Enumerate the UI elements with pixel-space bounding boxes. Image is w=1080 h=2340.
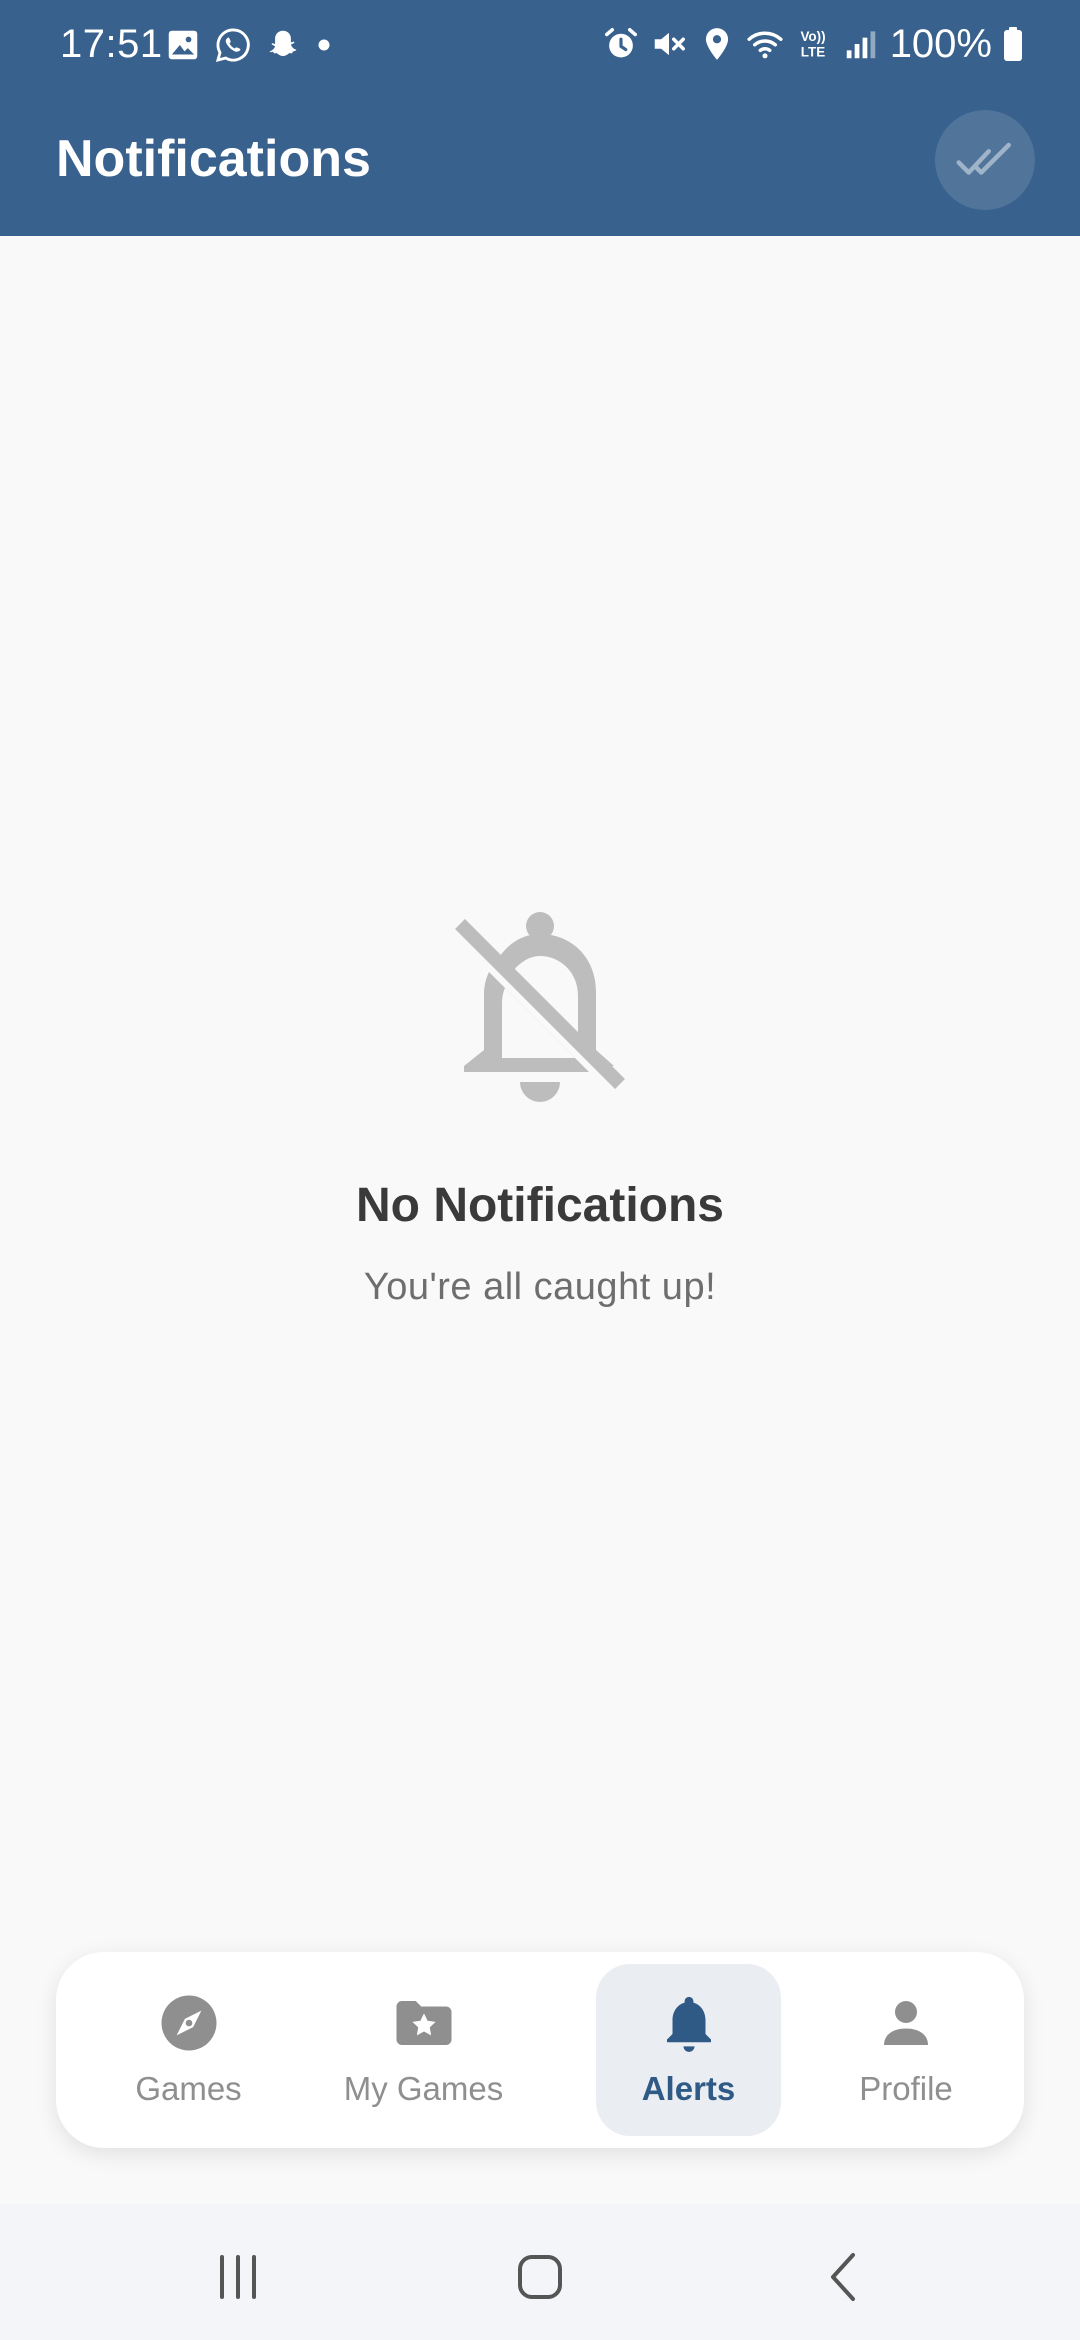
person-icon [884, 2001, 928, 2045]
battery-icon [1004, 27, 1022, 61]
recents-icon [220, 2255, 256, 2299]
nav-item-my-games[interactable]: My Games [321, 1964, 526, 2136]
home-button[interactable] [505, 2242, 575, 2312]
dot-icon [318, 39, 330, 51]
svg-text:LTE: LTE [800, 45, 824, 60]
page-title: Notifications [56, 130, 371, 188]
bell-off-icon [455, 912, 625, 1102]
empty-state-subtitle: You're all caught up! [363, 1266, 717, 1308]
double-check-icon [956, 142, 1011, 175]
system-navigation-bar [0, 2204, 1080, 2340]
nav-item-label: Alerts [641, 2070, 736, 2107]
battery-percent: 100% [889, 22, 992, 66]
whatsapp-icon [215, 28, 250, 63]
wifi-icon [747, 31, 783, 59]
nav-item-alerts[interactable]: Alerts [596, 1964, 781, 2136]
bottom-navigation: Games My Games Alerts Profile [56, 1952, 1024, 2148]
star-folder-icon [396, 2001, 451, 2045]
alarm-icon [604, 28, 637, 58]
volte-icon: Vo)) LTE [800, 29, 825, 60]
empty-state: No Notifications You're all caught up! [0, 906, 1080, 1312]
svg-text:Vo)): Vo)) [800, 29, 825, 44]
snapchat-icon [269, 30, 297, 57]
signal-icon [846, 31, 875, 59]
nav-item-label: Games [135, 2070, 242, 2107]
status-system-icons: Vo)) LTE 100% [602, 18, 1024, 70]
back-icon [831, 2253, 855, 2301]
status-time: 17:51 [60, 22, 163, 66]
nav-item-games[interactable]: Games [96, 1964, 281, 2136]
nav-item-profile[interactable]: Profile [816, 1964, 996, 2136]
status-bar: 17:51 Vo)) LTE 100% [0, 0, 1080, 88]
nav-item-label: My Games [343, 2070, 504, 2107]
bell-icon [666, 1996, 711, 2052]
location-icon [705, 28, 728, 60]
compass-icon [161, 1995, 216, 2051]
mark-all-read-button[interactable] [935, 110, 1035, 210]
home-icon [518, 2255, 562, 2299]
recents-button[interactable] [203, 2242, 273, 2312]
mute-icon [654, 32, 685, 56]
status-notification-icons [164, 24, 334, 66]
back-button[interactable] [808, 2242, 878, 2312]
gallery-icon [168, 30, 198, 60]
empty-state-title: No Notifications [356, 1179, 724, 1232]
nav-item-label: Profile [859, 2070, 953, 2107]
app-header: 17:51 Vo)) LTE 100% Notifications [0, 0, 1080, 236]
